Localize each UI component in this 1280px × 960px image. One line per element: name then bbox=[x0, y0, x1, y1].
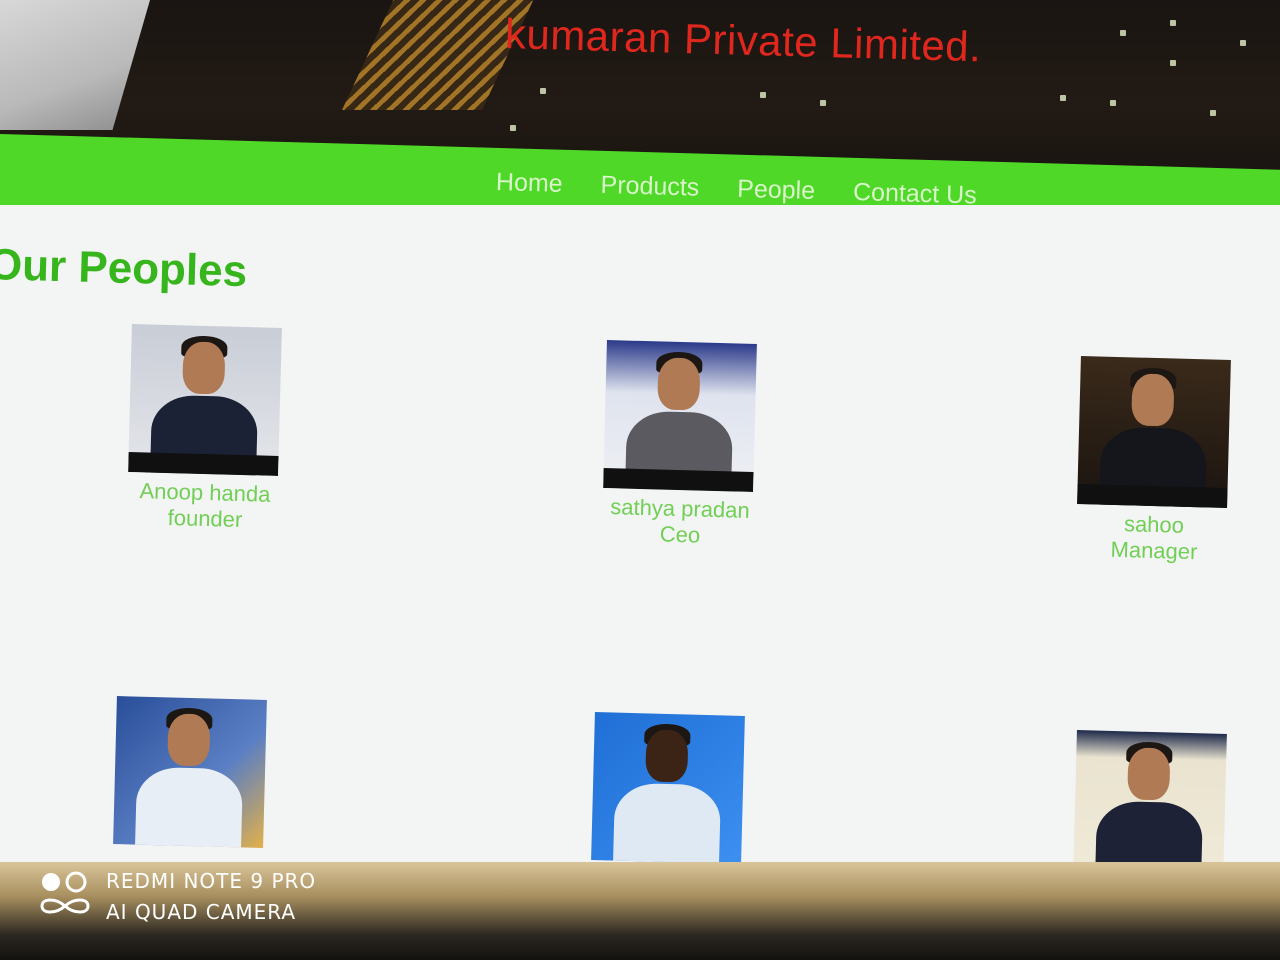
photo-body bbox=[612, 782, 722, 864]
photo-caption-strip bbox=[1077, 484, 1228, 508]
banner-shadow bbox=[0, 0, 150, 130]
person-photo[interactable] bbox=[1077, 356, 1231, 508]
person-role: Manager bbox=[1110, 536, 1198, 565]
photo-head bbox=[167, 713, 211, 767]
photo-body bbox=[134, 766, 244, 848]
person-role: founder bbox=[167, 504, 243, 533]
nav-people-link[interactable]: People bbox=[737, 175, 816, 206]
person-photo[interactable] bbox=[1073, 730, 1227, 882]
person-card bbox=[578, 712, 758, 868]
camera-watermark: REDMI NOTE 9 PRO AI QUAD CAMERA bbox=[106, 866, 316, 928]
person-photo[interactable] bbox=[113, 696, 267, 848]
nav-home-link[interactable]: Home bbox=[496, 168, 563, 199]
camera-logo-icon bbox=[40, 871, 90, 914]
nav-products-link[interactable]: Products bbox=[600, 171, 699, 203]
watermark-line-2: AI QUAD CAMERA bbox=[106, 900, 297, 924]
photo-head bbox=[657, 357, 701, 411]
photo-head bbox=[1131, 373, 1175, 427]
photo-head bbox=[182, 341, 226, 395]
person-photo[interactable] bbox=[128, 324, 282, 476]
person-card bbox=[100, 696, 280, 852]
page-title: Our Peoples bbox=[0, 240, 248, 297]
photo-head bbox=[1127, 747, 1171, 801]
photo-caption-strip bbox=[603, 468, 754, 492]
watermark-line-1: REDMI NOTE 9 PRO bbox=[106, 869, 317, 893]
person-card: sahoo Manager bbox=[1064, 356, 1244, 565]
person-role: Ceo bbox=[659, 521, 701, 548]
person-card: Anoop handa founder bbox=[115, 324, 295, 533]
person-photo[interactable] bbox=[591, 712, 745, 864]
photo-caption-strip bbox=[128, 452, 279, 476]
photo-head bbox=[645, 729, 689, 783]
person-photo[interactable] bbox=[603, 340, 757, 492]
person-card: sathya pradan Ceo bbox=[590, 340, 770, 548]
